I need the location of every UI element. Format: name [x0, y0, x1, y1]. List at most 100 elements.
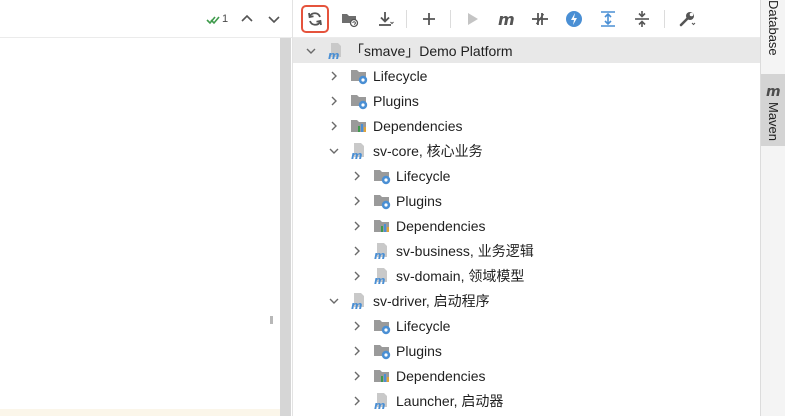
- chevron-right-icon[interactable]: [328, 70, 340, 82]
- download-icon: [379, 12, 394, 26]
- skip-tests-icon: [532, 13, 548, 25]
- database-tool-button[interactable]: Database: [761, 0, 785, 66]
- tree-row[interactable]: Dependencies: [293, 113, 785, 138]
- tree-row[interactable]: Plugins: [293, 88, 785, 113]
- chevron-right-icon[interactable]: [351, 245, 363, 257]
- chevron-down-icon[interactable]: [328, 145, 340, 157]
- run-button[interactable]: [459, 6, 485, 32]
- editor-divider: [0, 37, 292, 38]
- maven-tool-window: m m 「smave」Demo Platform Lifecycle Plugi…: [292, 0, 773, 416]
- chevron-right-icon[interactable]: [351, 395, 363, 407]
- lifecycle-folder-icon: [374, 169, 391, 184]
- svg-text:m: m: [351, 299, 362, 310]
- editor-scroll-marker: [270, 316, 273, 324]
- chevron-right-icon[interactable]: [351, 170, 363, 182]
- tree-row-label: Plugins: [396, 192, 442, 209]
- tree-row-label: Lifecycle: [373, 67, 428, 84]
- lifecycle-folder-icon: [351, 69, 368, 84]
- chevron-right-icon[interactable]: [351, 345, 363, 357]
- chevron-down-icon[interactable]: [328, 295, 340, 307]
- tree-row[interactable]: Dependencies: [293, 363, 785, 388]
- maven-toolbar: m: [293, 0, 761, 38]
- download-sources-button[interactable]: [372, 6, 398, 32]
- svg-text:m: m: [374, 249, 385, 260]
- offline-mode-button[interactable]: [561, 6, 587, 32]
- tree-row[interactable]: m sv-driver, 启动程序: [293, 288, 785, 313]
- tree-row[interactable]: Dependencies: [293, 213, 785, 238]
- chevron-right-icon[interactable]: [351, 220, 363, 232]
- svg-text:m: m: [374, 399, 385, 410]
- tree-row-label: Plugins: [396, 342, 442, 359]
- svg-text:m: m: [766, 84, 781, 99]
- svg-text:m: m: [498, 10, 515, 28]
- reload-button[interactable]: [301, 5, 329, 33]
- maven-module-icon: m: [351, 292, 364, 310]
- dependencies-icon: [374, 369, 389, 382]
- plugins-folder-icon: [374, 344, 391, 359]
- tree-row[interactable]: Lifecycle: [293, 313, 785, 338]
- execute-goal-button[interactable]: m: [493, 6, 519, 32]
- chevron-right-icon[interactable]: [351, 370, 363, 382]
- chevron-down-icon[interactable]: [305, 45, 317, 57]
- tree-row[interactable]: m sv-business, 业务逻辑: [293, 238, 785, 263]
- expand-all-button[interactable]: [595, 6, 621, 32]
- dependencies-icon: [374, 219, 389, 232]
- inspection-count: 1: [222, 13, 229, 25]
- editor-scrollbar[interactable]: [280, 38, 291, 416]
- editor-current-line: [0, 409, 280, 416]
- add-button[interactable]: [416, 6, 442, 32]
- tree-row-label: Dependencies: [396, 367, 486, 384]
- maven-module-icon: m: [374, 267, 387, 285]
- tree-row-label: sv-domain, 领域模型: [396, 267, 525, 284]
- chevron-up-icon[interactable]: [240, 12, 254, 26]
- reload-icon: [308, 12, 322, 26]
- tree-row[interactable]: m Launcher, 启动器: [293, 388, 785, 413]
- tree-row-label: Launcher, 启动器: [396, 392, 504, 409]
- maven-tool-button[interactable]: m Maven: [761, 74, 785, 146]
- expand-all-icon: [601, 11, 615, 27]
- tree-row[interactable]: m sv-core, 核心业务: [293, 138, 785, 163]
- maven-module-icon: m: [374, 242, 387, 260]
- chevron-right-icon[interactable]: [351, 270, 363, 282]
- tree-row-label: Lifecycle: [396, 317, 451, 334]
- collapse-all-icon: [635, 11, 649, 27]
- double-check-icon: [206, 16, 220, 25]
- run-icon: [468, 13, 478, 25]
- chevron-right-icon[interactable]: [351, 195, 363, 207]
- toolbar-separator: [406, 10, 407, 28]
- tree-row[interactable]: Lifecycle: [293, 163, 785, 188]
- tree-row-label: Dependencies: [373, 117, 463, 134]
- tool-window-stripe: Database m Maven: [760, 0, 785, 416]
- skip-tests-button[interactable]: [527, 6, 553, 32]
- tree-row[interactable]: Plugins: [293, 188, 785, 213]
- tree-row[interactable]: m sv-domain, 领域模型: [293, 263, 785, 288]
- tree-row[interactable]: Plugins: [293, 338, 785, 363]
- maven-module-icon: m: [351, 142, 364, 160]
- svg-text:m: m: [328, 49, 339, 60]
- tree-row[interactable]: Lifecycle: [293, 63, 785, 88]
- tree-row-label: Plugins: [373, 92, 419, 109]
- maven-module-icon: m: [374, 392, 387, 410]
- plugins-folder-icon: [374, 194, 391, 209]
- add-folder-icon: [342, 14, 359, 28]
- toolbar-separator: [664, 10, 665, 28]
- maven-settings-button[interactable]: [674, 6, 700, 32]
- chevron-right-icon[interactable]: [328, 120, 340, 132]
- chevron-right-icon[interactable]: [328, 95, 340, 107]
- maven-tab-label: Maven: [766, 102, 781, 142]
- maven-goal-icon: m: [498, 10, 515, 28]
- database-tab-label: Database: [766, 0, 781, 56]
- add-maven-project-button[interactable]: [337, 6, 363, 32]
- tree-root-row[interactable]: m 「smave」Demo Platform: [293, 38, 773, 63]
- maven-module-icon: m: [328, 42, 341, 60]
- svg-text:m: m: [374, 274, 385, 285]
- chevron-down-icon[interactable]: [267, 12, 281, 26]
- tree-row-label: Lifecycle: [396, 167, 451, 184]
- maven-m-icon: m: [766, 84, 781, 99]
- inspection-widget[interactable]: 1: [206, 9, 294, 29]
- tree-row-label: 「smave」Demo Platform: [350, 42, 513, 59]
- editor-area[interactable]: 1: [0, 0, 292, 416]
- tree-row-label: sv-driver, 启动程序: [373, 292, 490, 309]
- chevron-right-icon[interactable]: [351, 320, 363, 332]
- collapse-all-button[interactable]: [629, 6, 655, 32]
